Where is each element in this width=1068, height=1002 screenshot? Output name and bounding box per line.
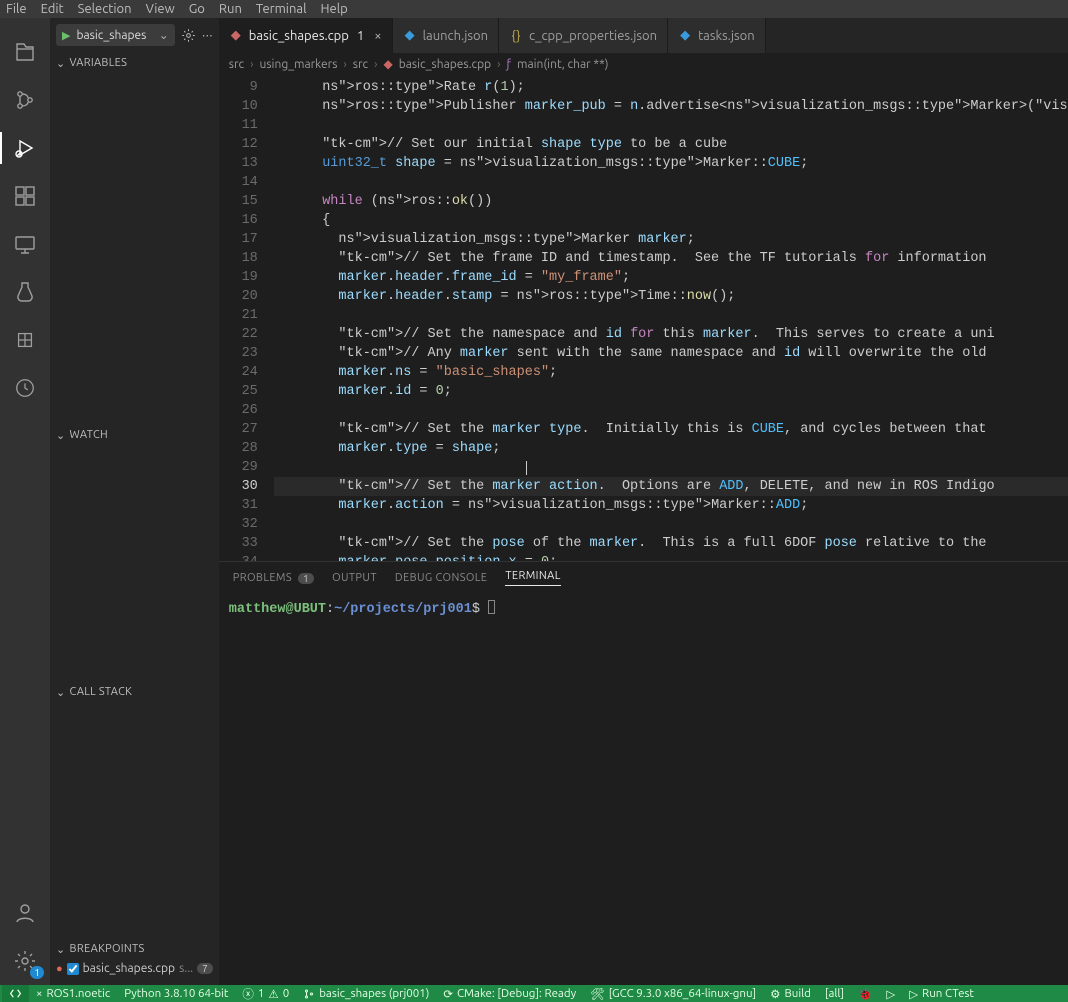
- close-icon[interactable]: ×: [374, 29, 381, 43]
- settings-badge: 1: [30, 966, 44, 979]
- section-callstack: ⌄ CALL STACK: [50, 681, 219, 938]
- terminal-user: matthew@UBUT: [229, 602, 326, 617]
- breadcrumbs[interactable]: src› using_markers› src› ◆ basic_shapes.…: [219, 53, 1068, 75]
- vscode-icon: ◆: [678, 29, 692, 43]
- tab-tasks-json[interactable]: ◆ tasks.json: [668, 18, 766, 53]
- sb-kit[interactable]: 🛠 [GCC 9.3.0 x86_64-linux-gnu]: [583, 985, 763, 1002]
- debug-config-select[interactable]: ▶ basic_shapes ⌄: [56, 24, 175, 46]
- sb-run[interactable]: ▷: [879, 985, 902, 1002]
- menu-selection[interactable]: Selection: [78, 2, 132, 16]
- menubar[interactable]: File Edit Selection View Go Run Terminal…: [0, 0, 1068, 18]
- sb-python[interactable]: Python 3.8.10 64-bit: [117, 985, 235, 1002]
- debug-config-label: basic_shapes: [76, 29, 146, 42]
- sb-project[interactable]: basic_shapes (prj001): [296, 985, 436, 1002]
- side-panel: ▶ basic_shapes ⌄ ⋯ ⌄ VARIABLES ⌄ WATCH: [50, 18, 219, 985]
- chevron-down-icon: ⌄: [159, 28, 169, 42]
- chevron-down-icon: ⌄: [56, 943, 66, 956]
- activity-run-debug[interactable]: [0, 124, 50, 172]
- breakpoint-row[interactable]: ● basic_shapes.cpp s... 7: [56, 962, 213, 975]
- bc-item[interactable]: using_markers: [259, 58, 337, 71]
- panel-tab-debug[interactable]: DEBUG CONSOLE: [395, 572, 488, 584]
- section-variables: ⌄ VARIABLES: [50, 52, 219, 424]
- activity-explorer[interactable]: [0, 28, 50, 76]
- play-icon: ▶: [62, 29, 70, 42]
- code-area[interactable]: ns">ros::type">Rate r(1); ns">ros::type"…: [274, 75, 1068, 561]
- menu-edit[interactable]: Edit: [41, 2, 64, 16]
- menu-run[interactable]: Run: [219, 2, 242, 16]
- sb-remote[interactable]: [2, 985, 29, 1002]
- activity-accounts[interactable]: [0, 889, 50, 937]
- bc-item[interactable]: src: [353, 58, 368, 71]
- bc-item[interactable]: main(int, char **): [517, 58, 609, 71]
- terminal[interactable]: matthew@UBUT:~/projects/prj001$: [219, 594, 1068, 985]
- chevron-down-icon: ⌄: [56, 686, 66, 699]
- workbench: 1 ▶ basic_shapes ⌄ ⋯ ⌄ VARIABLES ⌄: [0, 18, 1068, 985]
- panel-tab-terminal[interactable]: TERMINAL: [505, 570, 560, 586]
- panel-tabs: PROBLEMS 1 OUTPUT DEBUG CONSOLE TERMINAL…: [219, 562, 1068, 594]
- section-header-variables[interactable]: ⌄ VARIABLES: [50, 52, 219, 74]
- chevron-down-icon: ⌄: [56, 57, 66, 70]
- activity-ros[interactable]: [0, 316, 50, 364]
- bc-item[interactable]: src: [229, 58, 244, 71]
- debug-toolbar: ▶ basic_shapes ⌄ ⋯: [50, 18, 219, 52]
- breakpoint-file: basic_shapes.cpp: [83, 962, 175, 975]
- breakpoint-checkbox[interactable]: [67, 963, 79, 975]
- gear-icon[interactable]: [181, 28, 196, 43]
- editor-group: ◆ basic_shapes.cpp 1 × ◆ launch.json {} …: [219, 18, 1068, 985]
- activity-bar: 1: [0, 18, 50, 985]
- section-header-watch[interactable]: ⌄ WATCH: [50, 424, 219, 446]
- tab-cpp-properties[interactable]: {} c_cpp_properties.json: [499, 18, 668, 53]
- sb-build[interactable]: ⚙ Build: [763, 985, 818, 1002]
- panel-tab-output[interactable]: OUTPUT: [332, 572, 377, 584]
- section-header-callstack[interactable]: ⌄ CALL STACK: [50, 681, 219, 703]
- sb-target[interactable]: [all]: [818, 985, 851, 1002]
- chevron-down-icon: ⌄: [56, 429, 66, 442]
- cpp-icon: ◆: [229, 29, 243, 43]
- menu-go[interactable]: Go: [189, 2, 205, 16]
- dirty-indicator: 1: [357, 29, 364, 43]
- panel-tab-problems[interactable]: PROBLEMS 1: [233, 572, 314, 584]
- section-breakpoints: ⌄ BREAKPOINTS ● basic_shapes.cpp s... 7: [50, 938, 219, 977]
- sb-problems[interactable]: ⓧ 1 ⚠ 0: [235, 985, 296, 1002]
- terminal-cursor: [488, 600, 495, 614]
- tab-launch-json[interactable]: ◆ launch.json: [393, 18, 499, 53]
- sb-ctest[interactable]: ▷ Run CTest: [902, 985, 981, 1002]
- sb-cmake[interactable]: ⟳ CMake: [Debug]: Ready: [436, 985, 583, 1002]
- activity-settings[interactable]: 1: [0, 937, 50, 985]
- activity-history[interactable]: [0, 364, 50, 412]
- breakpoint-count: 7: [197, 963, 213, 974]
- menu-view[interactable]: View: [146, 2, 175, 16]
- bottom-panel: PROBLEMS 1 OUTPUT DEBUG CONSOLE TERMINAL…: [219, 561, 1068, 985]
- section-header-breakpoints[interactable]: ⌄ BREAKPOINTS: [50, 938, 219, 960]
- vscode-icon: ◆: [403, 29, 417, 43]
- more-icon[interactable]: ⋯: [202, 29, 213, 42]
- sb-ros[interactable]: × ROS1.noetic: [29, 985, 117, 1002]
- status-bar: × ROS1.noetic Python 3.8.10 64-bit ⓧ 1 ⚠…: [0, 985, 1068, 1002]
- tab-basic-shapes[interactable]: ◆ basic_shapes.cpp 1 ×: [219, 18, 393, 53]
- sb-debug[interactable]: 🐞: [851, 985, 879, 1002]
- breakpoint-icon: ●: [56, 963, 63, 975]
- activity-testing[interactable]: [0, 268, 50, 316]
- activity-scm[interactable]: [0, 76, 50, 124]
- activity-extensions[interactable]: [0, 172, 50, 220]
- section-watch: ⌄ WATCH: [50, 424, 219, 681]
- gutter[interactable]: 9101112131415161718192021222324252627282…: [219, 75, 274, 561]
- code-editor[interactable]: 9101112131415161718192021222324252627282…: [219, 75, 1068, 561]
- bc-item[interactable]: basic_shapes.cpp: [399, 58, 491, 71]
- activity-remote[interactable]: [0, 220, 50, 268]
- menu-terminal[interactable]: Terminal: [256, 2, 307, 16]
- tab-bar: ◆ basic_shapes.cpp 1 × ◆ launch.json {} …: [219, 18, 1068, 53]
- terminal-path: ~/projects/prj001: [334, 602, 472, 617]
- breakpoint-folder: s...: [179, 962, 193, 975]
- json-icon: {}: [509, 29, 523, 43]
- cpp-icon: ◆: [384, 57, 393, 71]
- menu-help[interactable]: Help: [320, 2, 347, 16]
- menu-file[interactable]: File: [6, 2, 27, 16]
- function-icon: ƒ: [507, 58, 512, 71]
